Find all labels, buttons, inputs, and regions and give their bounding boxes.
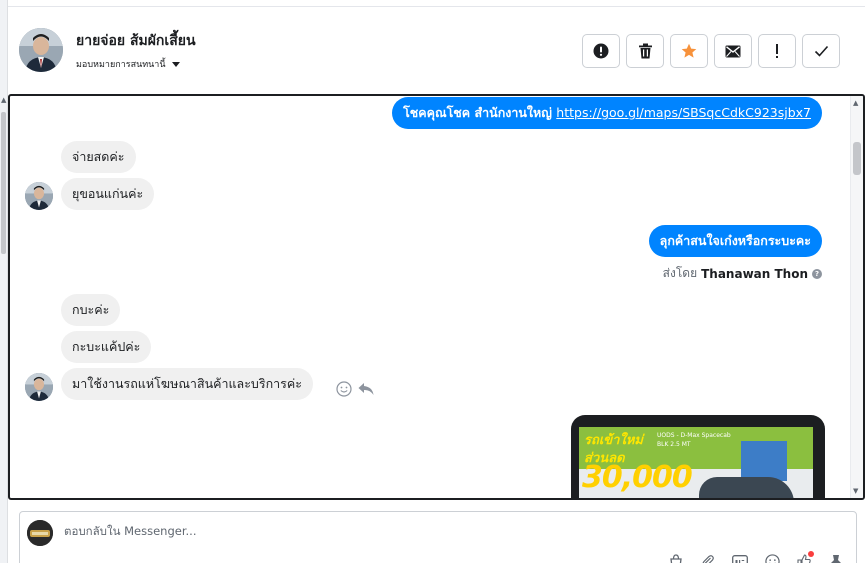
message-text: โชคคุณโชค สำนักงานใหญ่ (403, 105, 557, 120)
maps-link[interactable]: https://goo.gl/maps/SBSqcCdkC923sjbx7 (556, 105, 811, 120)
caret-down-icon (171, 61, 180, 67)
envelope-icon (725, 45, 741, 57)
conversation-thread[interactable]: โชคคุณโชค สำนักงานใหญ่ https://goo.gl/ma… (8, 94, 865, 500)
notification-dot (808, 551, 814, 557)
attachment-icon[interactable] (698, 553, 718, 563)
sent-by-label: ส่งโดย Thanawan Thon ? (663, 264, 822, 283)
customer-avatar[interactable] (25, 373, 53, 401)
star-button[interactable] (670, 34, 708, 68)
mark-unread-button[interactable] (714, 34, 752, 68)
contact-name[interactable]: ยายจ่อย ส้มผักเสี้ยน (76, 30, 196, 52)
scroll-down-arrow-icon[interactable]: ▼ (853, 487, 858, 495)
message-bubble-incoming[interactable]: ยุขอนแก่นค่ะ (61, 178, 155, 210)
ad-spec: BLK 2.5 MT (657, 441, 691, 448)
message-bubble-outgoing[interactable]: ลุกค้าสนใจเก๋งหรือกระบะคะ (648, 225, 822, 257)
message-bubble-incoming[interactable]: กะบะแค้ปค่ะ (61, 331, 152, 363)
scroll-up-arrow-icon[interactable]: ▲ (1, 96, 6, 104)
assign-conversation-dropdown[interactable]: มอบหมายการสนทนานี้ (76, 57, 180, 71)
conversation-header: ยายจ่อย ส้มผักเสี้ยน มอบหมายการสนทนานี้ (8, 7, 865, 94)
reply-input[interactable] (64, 524, 464, 538)
emoji-reaction-icon[interactable] (336, 381, 352, 397)
page-avatar (27, 520, 53, 546)
ad-image: รถเข้าใหม่ ส่วนลด UODS - D-Max Spacecab … (579, 427, 813, 498)
contact-avatar[interactable] (19, 28, 63, 72)
message-tools (336, 381, 374, 397)
message-text: จ่ายสดค่ะ (72, 149, 125, 164)
scroll-up-arrow-icon[interactable]: ▲ (853, 99, 858, 107)
message-text: มาใช้งานรถแห่โฆษณาสินค้าและบริการค่ะ (72, 376, 302, 391)
ad-background (741, 441, 787, 481)
delete-button[interactable] (626, 34, 664, 68)
bag-icon[interactable] (666, 553, 686, 563)
message-text: กะบะแค้ปค่ะ (72, 339, 141, 354)
reply-arrow-icon[interactable] (358, 382, 374, 396)
ad-model: UODS - D-Max Spacecab (657, 432, 731, 439)
message-bubble-incoming[interactable]: มาใช้งานรถแห่โฆษณาสินค้าและบริการค่ะ (61, 368, 313, 400)
help-icon[interactable]: ? (812, 268, 822, 279)
message-text: ลุกค้าสนใจเก๋งหรือกระบะคะ (659, 233, 811, 248)
sent-by-prefix: ส่งโดย (662, 266, 698, 280)
left-scrollbar-thumb[interactable] (1, 112, 6, 254)
message-bubble-incoming[interactable]: จ่ายสดค่ะ (61, 141, 136, 173)
customer-avatar[interactable] (25, 182, 53, 210)
message-bubble-incoming[interactable]: กบะค่ะ (61, 294, 121, 326)
composer-toolbar (666, 551, 846, 563)
alert-circle-icon (593, 43, 609, 59)
like-icon[interactable] (794, 551, 814, 563)
ad-image-message[interactable]: รถเข้าใหม่ ส่วนลด UODS - D-Max Spacecab … (571, 415, 825, 498)
left-scrollbar[interactable]: ▲ (0, 0, 8, 563)
conversation-scrollbar[interactable]: ▲ ▼ (850, 96, 863, 498)
pin-icon[interactable] (826, 553, 846, 563)
message-bubble-outgoing[interactable]: โชคคุณโชค สำนักงานใหญ่ https://goo.gl/ma… (392, 97, 822, 129)
message-text: ยุขอนแก่นค่ะ (72, 186, 144, 201)
reply-composer (19, 511, 857, 563)
message-text: กบะค่ะ (72, 302, 110, 317)
trash-icon (638, 43, 652, 59)
messenger-inbox: ▲ ยายจ่อย ส้มผักเสี้ยน มอบหมายการสนทนานี… (0, 0, 865, 563)
header-actions (582, 34, 840, 68)
assign-label: มอบหมายการสนทนานี้ (76, 60, 166, 70)
emoji-icon[interactable] (762, 553, 782, 563)
sender-name: Thanawan Thon (701, 266, 808, 281)
gif-icon[interactable] (730, 553, 750, 563)
ad-discount-amount: 30,000 (582, 460, 693, 495)
follow-up-button[interactable] (758, 34, 796, 68)
star-icon (681, 43, 697, 58)
ad-car-shape (699, 477, 794, 498)
checkmark-icon (814, 45, 828, 57)
exclamation-icon (776, 44, 778, 58)
conversation-scrollbar-thumb[interactable] (853, 142, 861, 175)
mark-spam-button[interactable] (582, 34, 620, 68)
mark-done-button[interactable] (802, 34, 840, 68)
